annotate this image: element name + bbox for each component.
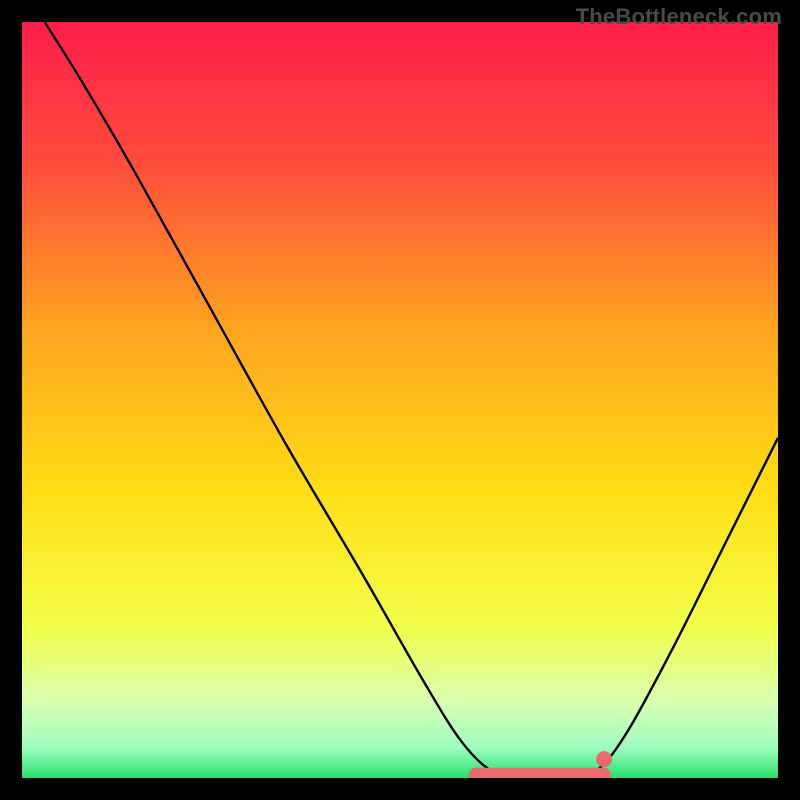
bottleneck-chart — [22, 22, 778, 778]
chart-svg — [22, 22, 778, 778]
watermark-text: TheBottleneck.com — [576, 4, 782, 30]
current-marker — [596, 751, 612, 767]
